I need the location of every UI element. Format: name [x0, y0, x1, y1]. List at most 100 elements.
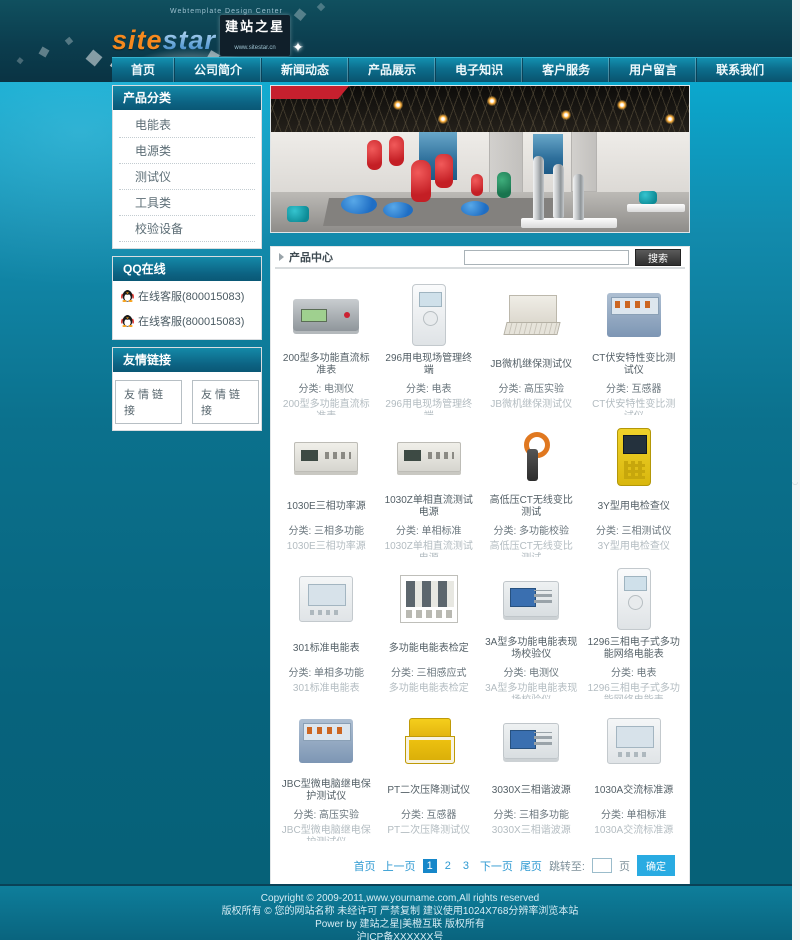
product-card[interactable]: JBC型微电脑继电保护测试仪 分类: 高压实验 JBC型微电脑继电保护测试仪: [275, 699, 378, 841]
product-thumbnail[interactable]: [383, 703, 476, 779]
product-card[interactable]: 301标准电能表 分类: 单相多功能 301标准电能表: [275, 557, 378, 699]
search-input[interactable]: [464, 250, 629, 265]
product-card[interactable]: 1296三相电子式多功能网络电能表 分类: 电表 1296三相电子式多功能网络电…: [583, 557, 686, 699]
product-subtitle[interactable]: JB微机继保测试仪: [485, 399, 578, 411]
friend-link-button[interactable]: 友情链接: [192, 380, 259, 424]
nav-item[interactable]: 客户服务: [522, 58, 609, 82]
product-name[interactable]: 3Y型用电检查仪: [588, 495, 681, 519]
nav-item[interactable]: 首页: [112, 58, 174, 82]
banner-light: [615, 98, 629, 112]
product-thumbnail[interactable]: [588, 277, 681, 353]
product-thumbnail[interactable]: [280, 561, 373, 637]
product-image: [412, 284, 446, 346]
product-subtitle[interactable]: 296用电现场管理终端: [383, 399, 476, 415]
product-name[interactable]: CT伏安特性变比测试仪: [588, 353, 681, 377]
product-image: [397, 442, 461, 472]
product-thumbnail[interactable]: [485, 561, 578, 637]
nav-item[interactable]: 联系我们: [696, 58, 783, 82]
product-image: [503, 295, 559, 335]
product-thumbnail[interactable]: [383, 561, 476, 637]
jump-page-input[interactable]: [592, 858, 612, 873]
product-name[interactable]: JB微机继保测试仪: [485, 353, 578, 377]
product-card[interactable]: 3Y型用电检查仪 分类: 三相测试仪 3Y型用电检查仪: [583, 415, 686, 557]
qq-service-link[interactable]: 在线客服(800015083): [119, 308, 255, 333]
product-thumbnail[interactable]: [383, 419, 476, 495]
logo-site-url: www.sitestar.cn: [234, 45, 275, 51]
product-subtitle[interactable]: PT二次压降测试仪: [383, 825, 476, 837]
product-card[interactable]: 多功能电能表检定 分类: 三相感应式 多功能电能表检定: [378, 557, 481, 699]
product-name[interactable]: 301标准电能表: [280, 637, 373, 661]
sidebar-category-item[interactable]: 测试仪: [119, 164, 255, 190]
product-thumbnail[interactable]: [485, 703, 578, 779]
product-subtitle[interactable]: 3A型多功能电能表现场校验仪: [485, 683, 578, 699]
product-thumbnail[interactable]: [588, 561, 681, 637]
jump-confirm-button[interactable]: 确定: [637, 855, 675, 876]
pagination-page[interactable]: 3: [459, 859, 473, 873]
product-name[interactable]: 高低压CT无线变比测试: [485, 495, 578, 519]
product-card[interactable]: 3A型多功能电能表现场校验仪 分类: 电测仪 3A型多功能电能表现场校验仪: [480, 557, 583, 699]
product-card[interactable]: 1030A交流标准源 分类: 单相标准 1030A交流标准源: [583, 699, 686, 841]
product-subtitle[interactable]: 多功能电能表检定: [383, 683, 476, 695]
product-subtitle[interactable]: 1296三相电子式多功能网络电能表: [588, 683, 681, 699]
product-name[interactable]: 1296三相电子式多功能网络电能表: [588, 637, 681, 661]
product-subtitle[interactable]: 1030Z单相直流测试电源: [383, 541, 476, 557]
product-thumbnail[interactable]: [280, 419, 373, 495]
qq-service-link[interactable]: 在线客服(800015083): [119, 283, 255, 308]
product-card[interactable]: 高低压CT无线变比测试 分类: 多功能校验 高低压CT无线变比测试: [480, 415, 583, 557]
product-thumbnail[interactable]: [485, 419, 578, 495]
nav-item[interactable]: 电子知识: [435, 58, 522, 82]
product-name[interactable]: 3A型多功能电能表现场校验仪: [485, 637, 578, 661]
product-name[interactable]: 200型多功能直流标准表: [280, 353, 373, 377]
pagination-page[interactable]: 2: [441, 859, 455, 873]
sidebar-category-item[interactable]: 电源类: [119, 138, 255, 164]
product-name[interactable]: PT二次压降测试仪: [383, 779, 476, 803]
site-footer: Copyright © 2009-2011,www.yourname.com,A…: [0, 884, 800, 940]
product-card[interactable]: 1030E三相功率源 分类: 三相多功能 1030E三相功率源: [275, 415, 378, 557]
sidebar-category-item[interactable]: 电能表: [119, 112, 255, 138]
product-subtitle[interactable]: 1030E三相功率源: [280, 541, 373, 553]
product-card[interactable]: 3030X三相谐波源 分类: 三相多功能 3030X三相谐波源: [480, 699, 583, 841]
product-subtitle[interactable]: JBC型微电脑继电保护测试仪: [280, 825, 373, 841]
product-subtitle[interactable]: 3Y型用电检查仪: [588, 541, 681, 553]
nav-item[interactable]: 公司简介: [174, 58, 261, 82]
product-subtitle[interactable]: CT伏安特性变比测试仪: [588, 399, 681, 415]
search-button[interactable]: 搜索: [635, 249, 681, 266]
pagination-page[interactable]: 1: [423, 859, 437, 873]
product-thumbnail[interactable]: [280, 703, 373, 779]
pagination-prev[interactable]: 上一页: [383, 858, 416, 874]
nav-item[interactable]: 产品展示: [348, 58, 435, 82]
product-card[interactable]: PT二次压降测试仪 分类: 互感器 PT二次压降测试仪: [378, 699, 481, 841]
sidebar-category-item[interactable]: 校验设备: [119, 216, 255, 242]
product-card[interactable]: JB微机继保测试仪 分类: 高压实验 JB微机继保测试仪: [480, 273, 583, 415]
product-name[interactable]: 296用电现场管理终端: [383, 353, 476, 377]
product-subtitle[interactable]: 301标准电能表: [280, 683, 373, 695]
site-logo[interactable]: Webtemplate Design Center sitestar 建站之星 …: [112, 8, 412, 56]
product-card[interactable]: 296用电现场管理终端 分类: 电表 296用电现场管理终端: [378, 273, 481, 415]
product-subtitle[interactable]: 1030A交流标准源: [588, 825, 681, 837]
nav-item[interactable]: 用户留言: [609, 58, 696, 82]
product-thumbnail[interactable]: [383, 277, 476, 353]
product-name[interactable]: 1030E三相功率源: [280, 495, 373, 519]
product-thumbnail[interactable]: [485, 277, 578, 353]
product-subtitle[interactable]: 高低压CT无线变比测试: [485, 541, 578, 557]
product-card[interactable]: CT伏安特性变比测试仪 分类: 互感器 CT伏安特性变比测试仪: [583, 273, 686, 415]
friend-link-button[interactable]: 友情链接: [115, 380, 182, 424]
product-name[interactable]: 1030Z单相直流测试电源: [383, 495, 476, 519]
sidebar-category-item[interactable]: 工具类: [119, 190, 255, 216]
product-name[interactable]: JBC型微电脑继电保护测试仪: [280, 779, 373, 803]
product-thumbnail[interactable]: [588, 419, 681, 495]
product-card[interactable]: 1030Z单相直流测试电源 分类: 单相标准 1030Z单相直流测试电源: [378, 415, 481, 557]
product-card[interactable]: 200型多功能直流标准表 分类: 电测仪 200型多功能直流标准表: [275, 273, 378, 415]
pagination-first[interactable]: 首页: [354, 858, 376, 874]
pagination: 首页 上一页 1 2 3 下一页 尾页 跳转至:: [275, 841, 685, 880]
pagination-next[interactable]: 下一页: [480, 858, 513, 874]
pagination-last[interactable]: 尾页: [520, 858, 542, 874]
product-thumbnail[interactable]: [280, 277, 373, 353]
product-name[interactable]: 3030X三相谐波源: [485, 779, 578, 803]
nav-item[interactable]: 新闻动态: [261, 58, 348, 82]
product-name[interactable]: 多功能电能表检定: [383, 637, 476, 661]
product-subtitle[interactable]: 3030X三相谐波源: [485, 825, 578, 837]
product-thumbnail[interactable]: [588, 703, 681, 779]
product-subtitle[interactable]: 200型多功能直流标准表: [280, 399, 373, 415]
product-name[interactable]: 1030A交流标准源: [588, 779, 681, 803]
